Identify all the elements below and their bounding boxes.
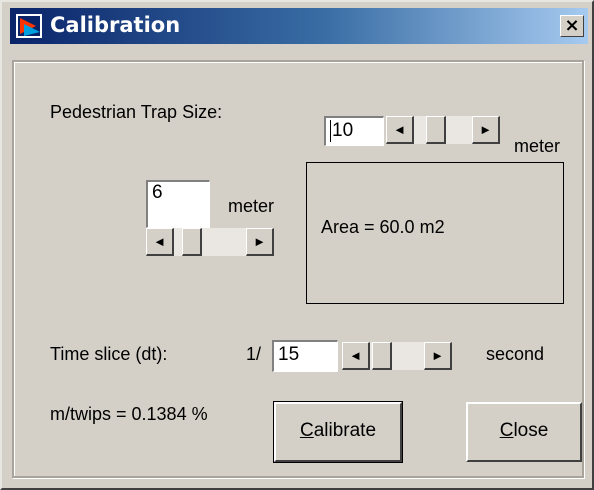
trap-length-value: 10 <box>332 120 354 141</box>
time-slice-unit: second <box>486 344 545 364</box>
calibrate-button[interactable]: Calibrate <box>273 401 403 463</box>
arrow-right-icon: ► <box>253 234 266 249</box>
time-slice-scroll-right-button[interactable]: ► <box>424 342 452 370</box>
trap-width-scroll-right-button[interactable]: ► <box>246 228 274 256</box>
time-slice-scrollbar[interactable]: ◄ ► <box>342 342 452 370</box>
arrow-left-icon: ◄ <box>349 348 362 363</box>
arrow-right-icon: ► <box>479 122 492 137</box>
close-mnemonic: C <box>499 420 514 441</box>
close-window-button[interactable]: × <box>560 15 584 37</box>
trap-width-value: 6 <box>152 182 163 203</box>
trap-length-scrollbar[interactable]: ◄ ► <box>386 116 500 144</box>
calibrate-mnemonic: C <box>299 420 314 441</box>
trap-size-label: Pedestrian Trap Size: <box>50 102 223 122</box>
trap-width-input[interactable]: 6 <box>146 180 210 228</box>
app-icon <box>16 14 42 38</box>
trap-length-scroll-right-button[interactable]: ► <box>472 116 500 144</box>
arrow-left-icon: ◄ <box>393 122 406 137</box>
time-slice-scroll-thumb[interactable] <box>372 342 392 370</box>
close-icon: × <box>564 15 580 36</box>
trap-length-scroll-left-button[interactable]: ◄ <box>386 116 414 144</box>
window-title: Calibration <box>50 13 181 37</box>
area-text: Area = 60.0 m2 <box>321 217 445 237</box>
area-display-box: Area = 60.0 m2 <box>306 162 564 304</box>
text-caret <box>330 119 331 142</box>
ratio-text: m/twips = 0.1384 % <box>50 404 208 424</box>
trap-length-input[interactable]: 10 <box>324 116 384 146</box>
trap-width-scroll-thumb[interactable] <box>182 228 202 256</box>
trap-width-scrollbar[interactable]: ◄ ► <box>146 228 274 256</box>
title-bar[interactable]: Calibration × <box>10 8 588 44</box>
close-label: lose <box>513 420 549 441</box>
trap-length-scroll-thumb[interactable] <box>426 116 446 144</box>
calibration-dialog: Calibration × Pedestrian Trap Size: 10 ◄… <box>0 0 594 490</box>
time-slice-label: Time slice (dt): <box>50 344 168 364</box>
time-slice-prefix: 1/ <box>246 344 262 364</box>
arrow-left-icon: ◄ <box>153 234 166 249</box>
calibrate-label: alibrate <box>313 420 377 441</box>
close-button[interactable]: Close <box>466 402 582 462</box>
arrow-right-icon: ► <box>431 348 444 363</box>
trap-width-unit: meter <box>228 196 275 216</box>
trap-width-scroll-left-button[interactable]: ◄ <box>146 228 174 256</box>
trap-length-unit: meter <box>514 136 561 156</box>
time-slice-value: 15 <box>278 344 300 365</box>
time-slice-input[interactable]: 15 <box>272 340 338 372</box>
time-slice-scroll-left-button[interactable]: ◄ <box>342 342 370 370</box>
